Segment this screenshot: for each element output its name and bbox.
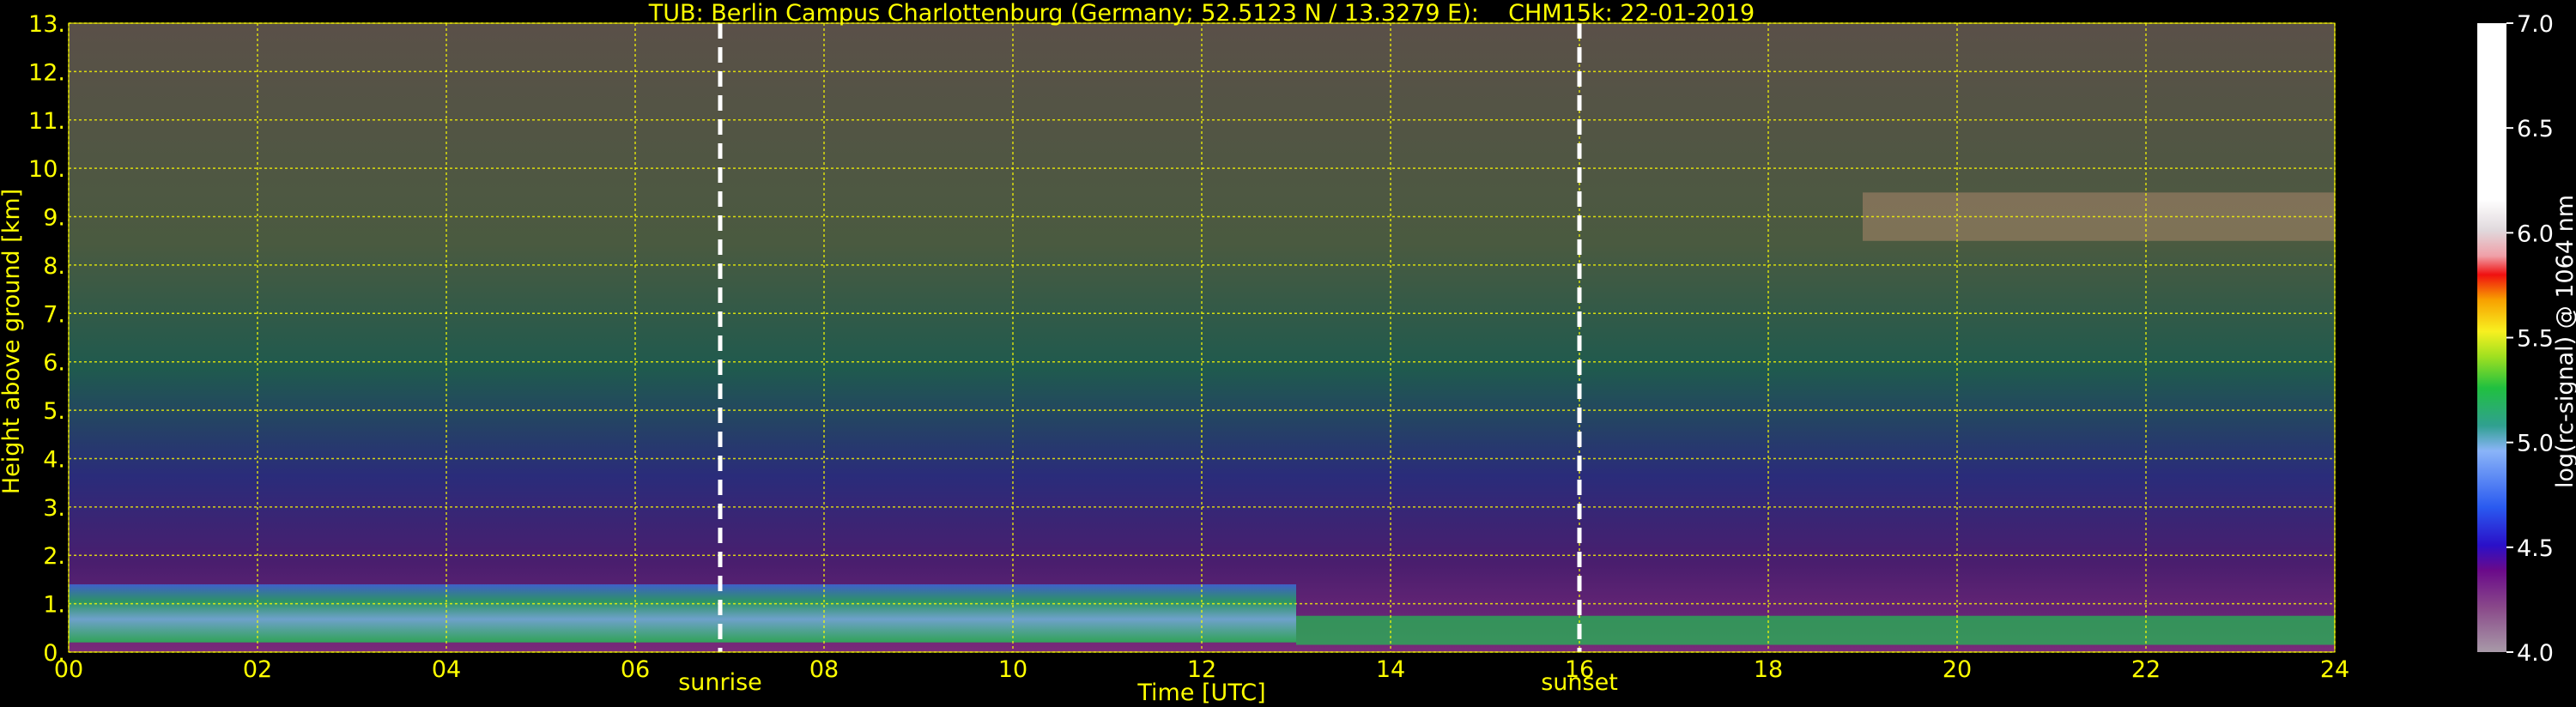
y-tick-label: 5. xyxy=(43,398,65,425)
colorbar-tick-label: 4.5 xyxy=(2517,535,2554,562)
y-tick-label: 6. xyxy=(43,350,65,377)
boundary-layer-band xyxy=(69,584,1296,643)
colorbar-gradient xyxy=(2477,23,2506,652)
chart-title: TUB: Berlin Campus Charlottenburg (Germa… xyxy=(648,0,1755,27)
x-tick-label: 04 xyxy=(432,656,461,683)
chart: sunrise sunset 00 02 04 06 08 10 12 14 16 18 20 22 24… xyxy=(0,0,2576,706)
x-tick-label: 22 xyxy=(2131,656,2161,683)
y-tick-label: 9. xyxy=(43,205,65,232)
colorbar: log(rc-signal) @ 1064 nm 4.0 4.5 5.0 5.5 6.0… xyxy=(2477,11,2576,667)
x-tick-label: 02 xyxy=(243,656,272,683)
boundary-layer-band-afternoon xyxy=(1296,615,2335,645)
y-tick-label: 8. xyxy=(43,253,65,280)
colorbar-tick-label: 4.0 xyxy=(2517,640,2554,667)
colorbar-tick-label: 6.5 xyxy=(2517,116,2554,142)
y-tick-label: 3. xyxy=(43,495,65,522)
colorbar-tick-label: 5.5 xyxy=(2517,326,2554,353)
x-tick-label: 06 xyxy=(621,656,650,683)
x-tick-label: 20 xyxy=(1943,656,1972,683)
y-tick-label: 7. xyxy=(43,301,65,328)
x-tick-label: 18 xyxy=(1754,656,1783,683)
y-tick-label: 0. xyxy=(43,640,65,667)
y-tick-label: 10. xyxy=(28,156,65,183)
colorbar-tick-label: 7.0 xyxy=(2517,11,2554,38)
x-tick-label: 14 xyxy=(1376,656,1405,683)
colorbar-label: log(rc-signal) @ 1064 nm xyxy=(2552,195,2576,488)
x-tick-label: 24 xyxy=(2320,656,2349,683)
colorbar-tick-label: 6.0 xyxy=(2517,221,2554,247)
x-axis-label: Time [UTC] xyxy=(1136,680,1265,706)
y-tick-label: 4. xyxy=(43,446,65,473)
y-tick-label: 1. xyxy=(43,592,65,619)
x-tick-label: 16 xyxy=(1565,656,1594,683)
x-tick-label: 08 xyxy=(809,656,839,683)
y-tick-label: 2. xyxy=(43,543,65,570)
colorbar-tick-label: 5.0 xyxy=(2517,431,2554,457)
y-tick-label: 11. xyxy=(28,108,65,135)
sunrise-label: sunrise xyxy=(678,669,762,696)
y-tick-label: 13. xyxy=(28,11,65,38)
y-tick-label: 12. xyxy=(28,59,65,86)
x-tick-label: 10 xyxy=(998,656,1027,683)
y-axis-label: Height above ground [km] xyxy=(0,189,25,494)
